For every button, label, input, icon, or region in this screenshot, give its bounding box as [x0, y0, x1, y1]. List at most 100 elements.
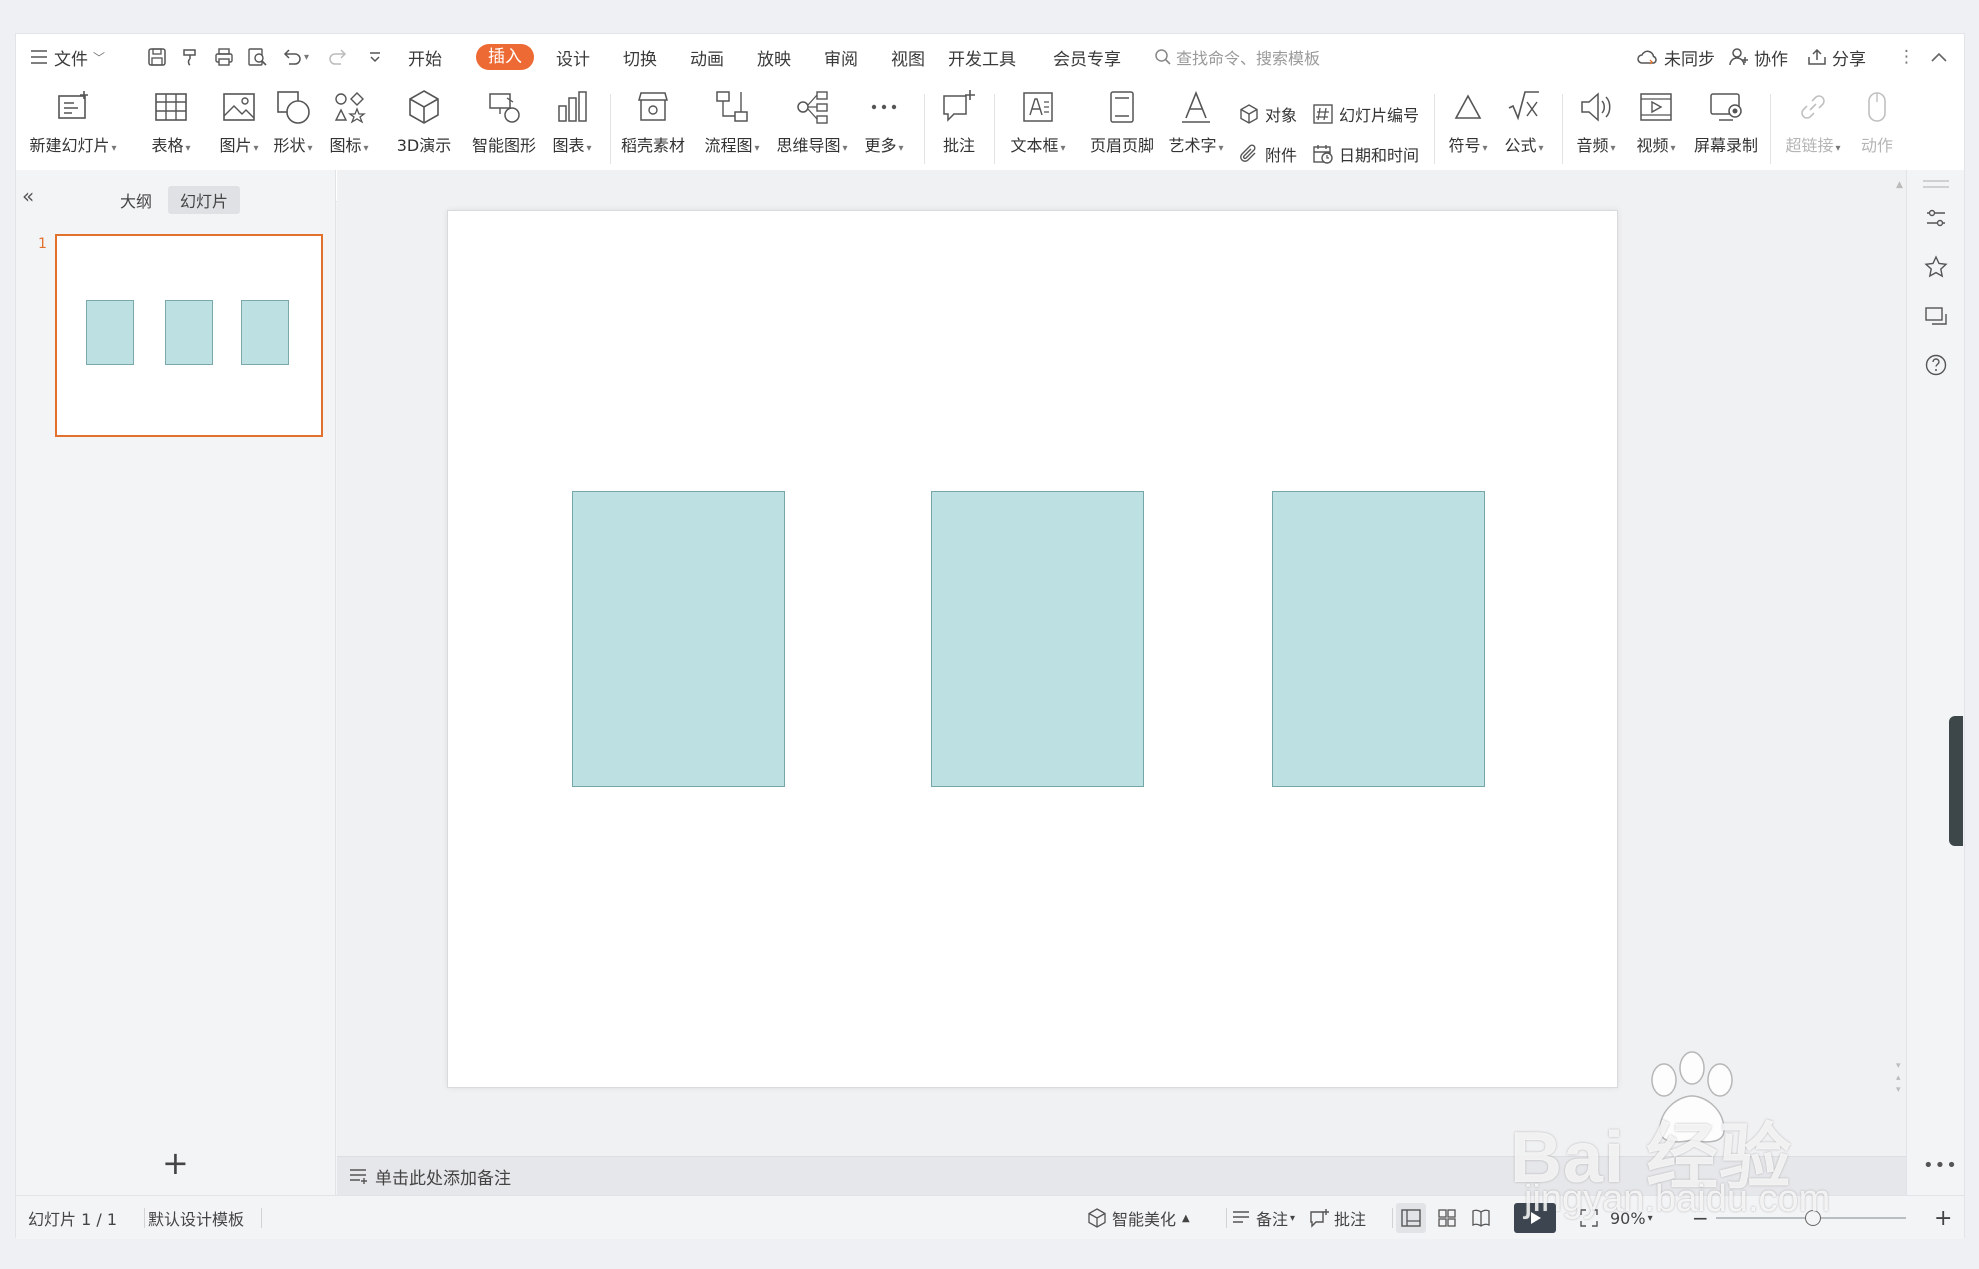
slide-number-button[interactable]: 幻灯片编号	[1312, 100, 1419, 128]
tab-member[interactable]: 会员专享	[1053, 34, 1121, 80]
zoom-out-button[interactable]: −	[1692, 1196, 1709, 1240]
normal-view-icon	[1401, 1209, 1421, 1227]
save-button[interactable]	[146, 34, 168, 80]
customize-quick-access-button[interactable]	[364, 34, 386, 80]
textbox-button[interactable]: 文本框	[1006, 88, 1070, 174]
help-button[interactable]	[1923, 352, 1949, 378]
chevron-up-icon	[1931, 52, 1947, 62]
header-footer-button[interactable]: 页眉页脚	[1084, 88, 1160, 174]
tab-outline[interactable]: 大纲	[108, 186, 164, 214]
rectangle-shape-3[interactable]	[1272, 491, 1485, 787]
notes-pane[interactable]: 单击此处添加备注	[337, 1156, 1907, 1195]
zoom-slider-knob[interactable]	[1805, 1210, 1821, 1226]
tab-home[interactable]: 开始	[408, 34, 442, 80]
picture-button[interactable]: 图片	[214, 88, 264, 174]
print-button[interactable]	[213, 34, 235, 80]
calendar-clock-icon	[1313, 145, 1333, 164]
formula-button[interactable]: 公式	[1498, 88, 1550, 174]
undo-dropdown-caret[interactable]: ▾	[304, 52, 309, 63]
reading-view-button[interactable]	[1470, 1196, 1496, 1240]
tab-animations[interactable]: 动画	[690, 34, 724, 80]
side-drag-handle[interactable]	[1949, 716, 1963, 846]
design-template-label[interactable]: 默认设计模板	[148, 1196, 244, 1240]
comment-toggle-button[interactable]: 批注	[1308, 1196, 1366, 1240]
cube-icon	[409, 90, 439, 124]
file-menu[interactable]: 文件 ﹀	[30, 34, 105, 80]
date-time-button[interactable]: 日期和时间	[1312, 140, 1419, 168]
slide-switch-button[interactable]	[1923, 303, 1949, 329]
comment-button[interactable]: 批注	[934, 88, 984, 174]
tab-design[interactable]: 设计	[556, 34, 590, 80]
favorites-button[interactable]	[1923, 254, 1949, 280]
object-button[interactable]: 对象	[1238, 100, 1297, 128]
symbol-button[interactable]: 符号	[1442, 88, 1494, 174]
new-slide-button[interactable]: 新建幻灯片	[26, 88, 120, 174]
attachment-button[interactable]: 附件	[1238, 140, 1297, 168]
screen-record-button[interactable]: 屏幕录制	[1688, 88, 1764, 174]
rectangle-shape-2[interactable]	[931, 491, 1144, 787]
header-footer-icon	[1110, 91, 1134, 123]
share-icon	[1808, 48, 1826, 65]
video-button[interactable]: 视频	[1630, 88, 1682, 174]
play-icon	[1531, 1212, 1541, 1224]
tab-slideshow[interactable]: 放映	[757, 34, 791, 80]
shape-button[interactable]: 形状	[268, 88, 318, 174]
docer-material-button[interactable]: 稻壳素材	[618, 88, 688, 174]
slide-sorter-view-button[interactable]	[1436, 1196, 1462, 1240]
formula-icon	[1508, 91, 1539, 121]
zoom-level-dropdown[interactable]: 90% ▾	[1610, 1196, 1653, 1240]
rectangle-shape-1[interactable]	[572, 491, 785, 787]
3d-demo-button[interactable]: 3D演示	[394, 88, 454, 174]
action-button: 动作	[1852, 88, 1902, 174]
share-button[interactable]: 分享	[1806, 34, 1866, 80]
slides-transfer-icon	[1925, 307, 1947, 325]
collapse-panel-button[interactable]: «	[22, 184, 34, 208]
scroll-page-arrows-icon[interactable]: ▾ ▴ ▾	[1896, 1060, 1901, 1096]
file-menu-label: 文件	[54, 49, 88, 70]
tab-review[interactable]: 审阅	[824, 34, 858, 80]
scroll-up-arrow-icon[interactable]: ▲	[1896, 180, 1903, 190]
fit-to-window-button[interactable]	[1578, 1196, 1604, 1240]
redo-button[interactable]	[328, 34, 350, 80]
vertical-scrollbar[interactable]: ▲ ▾ ▴ ▾	[1895, 176, 1903, 1136]
add-slide-button[interactable]: +	[162, 1147, 189, 1179]
more-options-button[interactable]: ⋮	[1898, 34, 1915, 80]
print-icon	[215, 48, 233, 66]
command-search[interactable]: 查找命令、搜索模板	[1154, 34, 1320, 80]
flowchart-button[interactable]: 流程图	[700, 88, 764, 174]
slide-page[interactable]	[447, 210, 1618, 1088]
print-preview-button[interactable]	[246, 34, 268, 80]
sync-status-button[interactable]: 未同步	[1636, 34, 1715, 80]
icon-button[interactable]: 图标	[323, 88, 375, 174]
format-painter-button[interactable]	[180, 34, 202, 80]
zoom-in-button[interactable]: +	[1934, 1196, 1952, 1240]
more-button[interactable]: 更多	[856, 88, 912, 174]
table-button[interactable]: 表格	[146, 88, 196, 174]
slide-thumbnail[interactable]	[55, 234, 323, 437]
tab-slides[interactable]: 幻灯片	[168, 186, 241, 214]
notes-toggle-button[interactable]: 备注 ▾	[1230, 1196, 1295, 1240]
collaborate-button[interactable]: 协作	[1728, 34, 1788, 80]
horizontal-dots-icon: •••	[1923, 1155, 1958, 1176]
undo-button[interactable]: ▾	[280, 34, 309, 80]
smart-beautify-button[interactable]: 智能美化 ▲	[1086, 1196, 1190, 1240]
tab-transitions[interactable]: 切换	[623, 34, 657, 80]
mindmap-button[interactable]: 思维导图	[774, 88, 850, 174]
flowchart-icon	[716, 91, 748, 122]
wordart-button[interactable]: 艺术字	[1164, 88, 1228, 174]
more-dots-icon	[871, 104, 897, 110]
smartart-button[interactable]: 智能图形	[468, 88, 540, 174]
sidebar-more-button[interactable]: •••	[1923, 1155, 1958, 1176]
audio-button[interactable]: 音频	[1570, 88, 1622, 174]
chart-button[interactable]: 图表	[546, 88, 598, 174]
slideshow-play-button[interactable]	[1514, 1203, 1556, 1233]
notes-placeholder: 单击此处添加备注	[375, 1168, 511, 1189]
tab-insert[interactable]: 插入	[476, 34, 534, 80]
properties-button[interactable]	[1923, 205, 1949, 231]
collapse-ribbon-button[interactable]	[1930, 34, 1948, 80]
normal-view-button[interactable]	[1396, 1203, 1426, 1233]
tab-view[interactable]: 视图	[891, 34, 925, 80]
hash-icon	[1313, 104, 1333, 124]
tab-developer[interactable]: 开发工具	[948, 34, 1016, 80]
mouse-icon	[1868, 92, 1886, 122]
